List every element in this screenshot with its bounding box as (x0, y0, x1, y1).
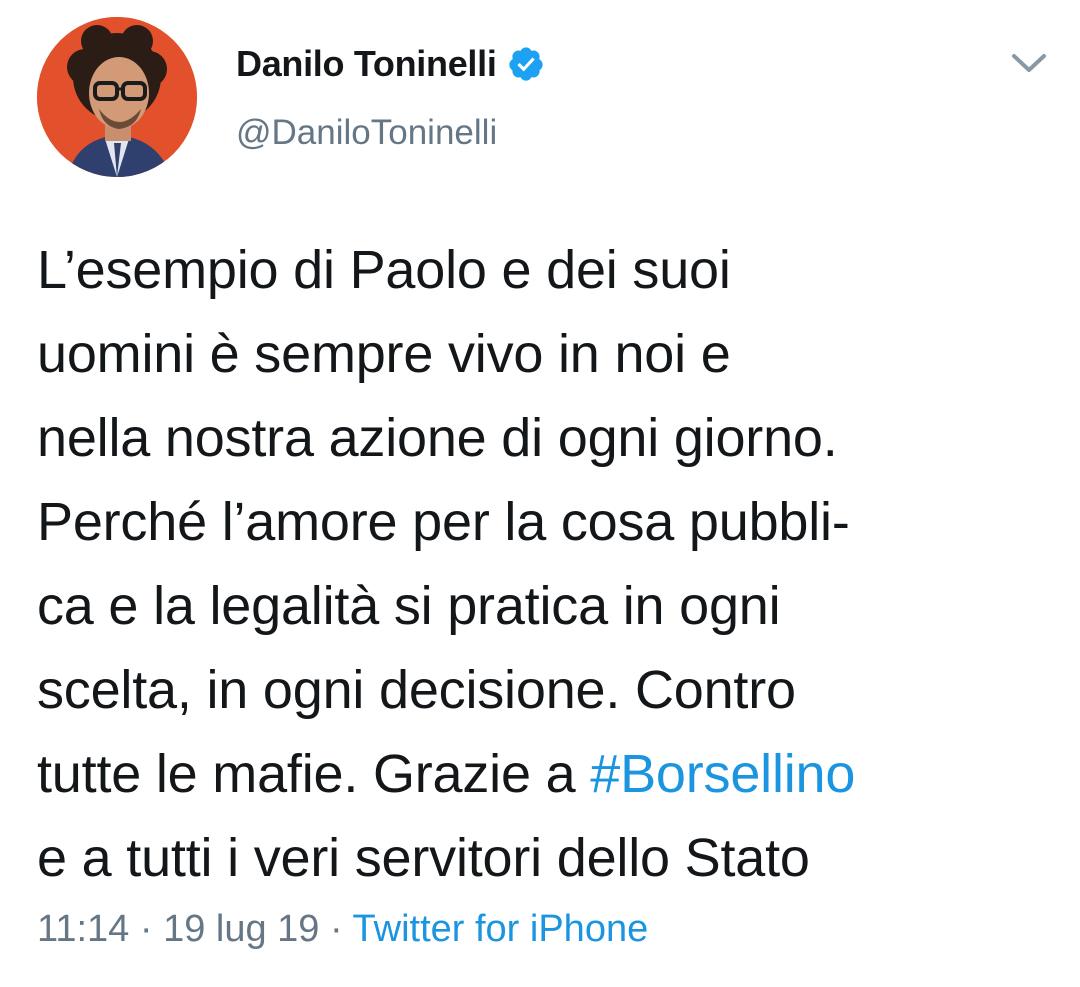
tweet-time[interactable]: 11:14 (37, 908, 129, 950)
tweet-date[interactable]: 19 lug 19 (163, 908, 319, 950)
tweet-source-link[interactable]: Twitter for iPhone (353, 908, 649, 950)
tweet-text-line: Perché l’amore per la cosa pubbli- (37, 492, 850, 552)
separator: · (129, 908, 164, 950)
tweet-text-line: nella nostra azione di ogni giorno. (37, 408, 838, 468)
tweet-text-line: uomini è sempre vivo in noi e (37, 324, 731, 384)
tweet-text-line: e a tutti i veri servitori dello Stato (37, 828, 810, 888)
tweet-text-segment: tutte le mafie. Grazie a (37, 744, 591, 804)
avatar[interactable] (37, 17, 197, 177)
tweet-text: L’esempio di Paolo e dei suoi uomini è s… (37, 228, 1067, 900)
author-name-row: Danilo Toninelli (236, 42, 545, 86)
tweet-text-line: scelta, in ogni decisione. Contro (37, 660, 796, 720)
hashtag-link[interactable]: #Borsellino (590, 744, 855, 804)
avatar-image (37, 17, 197, 177)
tweet-text-line: L’esempio di Paolo e dei suoi (37, 240, 731, 300)
tweet-metadata: 11:14 · 19 lug 19 · Twitter for iPhone (37, 908, 648, 951)
tweet-text-line: ca e la legalità si pratica in ogni (37, 576, 781, 636)
separator: · (319, 908, 353, 950)
tweet-card: Danilo Toninelli @DaniloToninelli L’esem… (0, 0, 1080, 987)
display-name[interactable]: Danilo Toninelli (236, 43, 497, 85)
tweet-text-line: tutte le mafie. Grazie a #Borsellino (37, 732, 1067, 816)
chevron-down-icon[interactable] (1008, 44, 1050, 80)
verified-badge-icon (507, 45, 545, 83)
user-handle[interactable]: @DaniloToninelli (236, 113, 497, 153)
